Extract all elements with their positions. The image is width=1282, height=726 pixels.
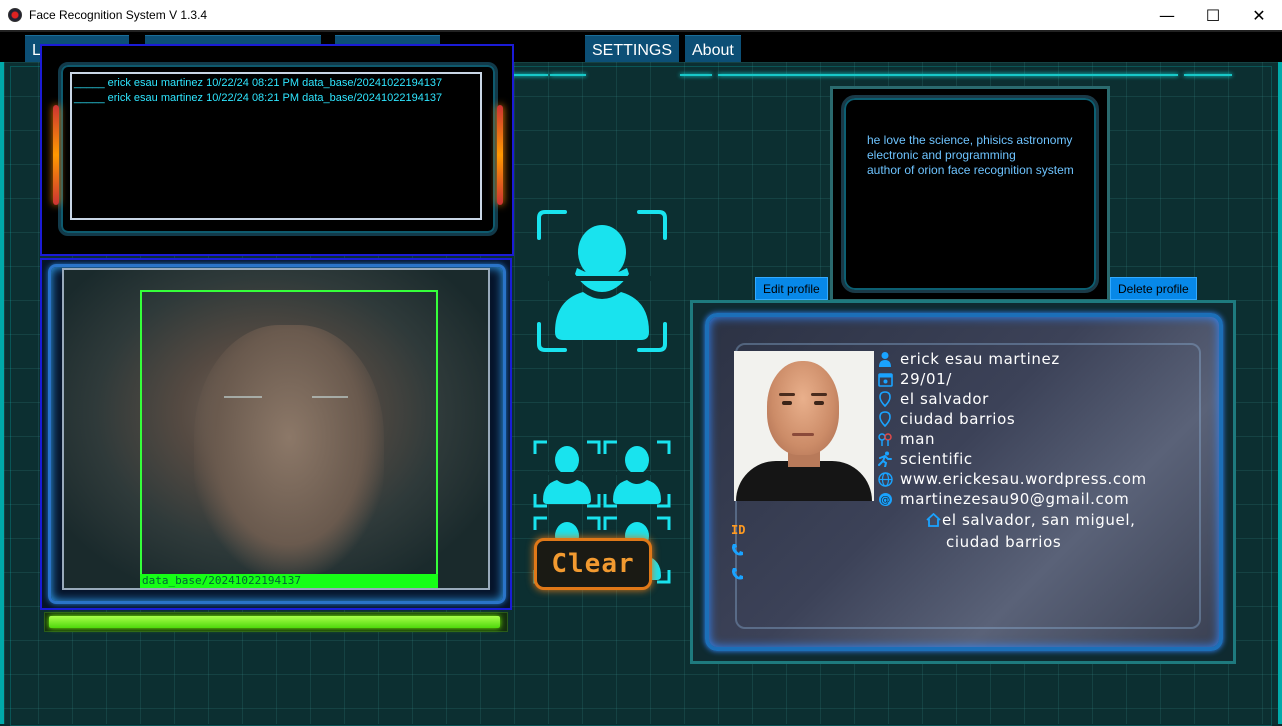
close-button[interactable]: ✕ (1236, 0, 1282, 30)
log-glow-right (497, 105, 503, 205)
photo-head (767, 361, 839, 455)
photo-brow (779, 393, 795, 396)
hud-line (718, 74, 1178, 76)
gender-icon (876, 430, 894, 448)
log-entry[interactable]: _____ erick esau martinez 10/22/24 08:21… (74, 91, 478, 106)
hud-line (550, 74, 586, 76)
menu-settings[interactable]: SETTINGS (585, 35, 680, 63)
email-icon: @ (876, 490, 894, 508)
profile-website[interactable]: www.erickesau.wordpress.com (900, 470, 1147, 488)
profile-country-row: el salvador (876, 389, 989, 409)
face-slot-icon[interactable] (533, 438, 601, 510)
runner-icon (876, 450, 894, 468)
profile-email-row: @ martinezesau90@gmail.com (876, 489, 1129, 509)
app-icon (8, 8, 22, 22)
profile-photo (734, 351, 874, 501)
home-icon (926, 512, 942, 532)
profile-profession: scientific (900, 450, 973, 468)
phone-icon (731, 543, 743, 560)
hud-line (1184, 74, 1232, 76)
profile-city: ciudad barrios (900, 410, 1016, 428)
person-icon (876, 350, 894, 368)
delete-profile-button[interactable]: Delete profile (1110, 277, 1197, 300)
log-glow-left (53, 105, 59, 205)
profile-birth-row: 29/01/ (876, 369, 952, 389)
detection-label: data_base/20241022194137 (140, 574, 438, 588)
recognition-progress-bar (44, 612, 508, 632)
menu-about[interactable]: About (685, 35, 741, 63)
globe-icon (876, 470, 894, 488)
log-entry[interactable]: _____ erick esau martinez 10/22/24 08:21… (74, 76, 478, 91)
id-label: ID (731, 523, 746, 537)
edit-profile-button[interactable]: Edit profile (755, 277, 828, 300)
profile-profession-row: scientific (876, 449, 973, 469)
camera-feed: data_base/20241022194137 (62, 268, 490, 590)
profile-name: erick esau martinez (900, 350, 1060, 368)
recognition-log-panel: _____ erick esau martinez 10/22/24 08:21… (40, 44, 514, 256)
profile-birth: 29/01/ (900, 370, 952, 388)
photo-eye (814, 401, 824, 405)
about-panel: he love the science, phisics astronomy e… (830, 86, 1110, 302)
photo-brow (811, 393, 827, 396)
location-pin-icon (876, 410, 894, 428)
profile-address: el salvador, san miguel, ciudad barrios (926, 510, 1186, 552)
title-bar: Face Recognition System V 1.3.4 — ☐ ✕ (0, 0, 1282, 30)
photo-body (736, 461, 872, 501)
svg-text:@: @ (880, 495, 891, 506)
photo-mouth (792, 433, 814, 436)
face-slot-icon[interactable] (603, 438, 671, 510)
about-line: author of orion face recognition system (867, 163, 1074, 177)
profile-website-row: www.erickesau.wordpress.com (876, 469, 1147, 489)
calendar-icon (876, 370, 894, 388)
profile-country: el salvador (900, 390, 989, 408)
about-line: he love the science, phisics astronomy (867, 133, 1073, 147)
profile-name-row: erick esau martinez (876, 349, 1060, 369)
progress-fill (49, 616, 500, 628)
face-detection-box (140, 290, 438, 586)
clear-button[interactable]: Clear (534, 538, 652, 590)
profile-email[interactable]: martinezesau90@gmail.com (900, 490, 1129, 508)
address-line-1: el salvador, san miguel, (942, 511, 1136, 529)
photo-eye (782, 401, 792, 405)
address-line-2: ciudad barrios (946, 533, 1062, 551)
profile-gender: man (900, 430, 936, 448)
profile-city-row: ciudad barrios (876, 409, 1015, 429)
maximize-button[interactable]: ☐ (1190, 0, 1236, 30)
face-scan-icon[interactable] (535, 208, 669, 354)
location-pin-icon (876, 390, 894, 408)
recognition-log-list[interactable]: _____ erick esau martinez 10/22/24 08:21… (70, 72, 482, 220)
profile-gender-row: man (876, 429, 935, 449)
phone-icon (731, 567, 743, 584)
window-title: Face Recognition System V 1.3.4 (29, 8, 208, 22)
about-text: he love the science, phisics astronomy e… (867, 133, 1087, 178)
camera-panel: data_base/20241022194137 (40, 258, 512, 610)
about-frame-decoration (841, 95, 1099, 293)
about-line: electronic and programming (867, 148, 1016, 162)
minimize-button[interactable]: — (1144, 0, 1190, 30)
hud-line (680, 74, 712, 76)
